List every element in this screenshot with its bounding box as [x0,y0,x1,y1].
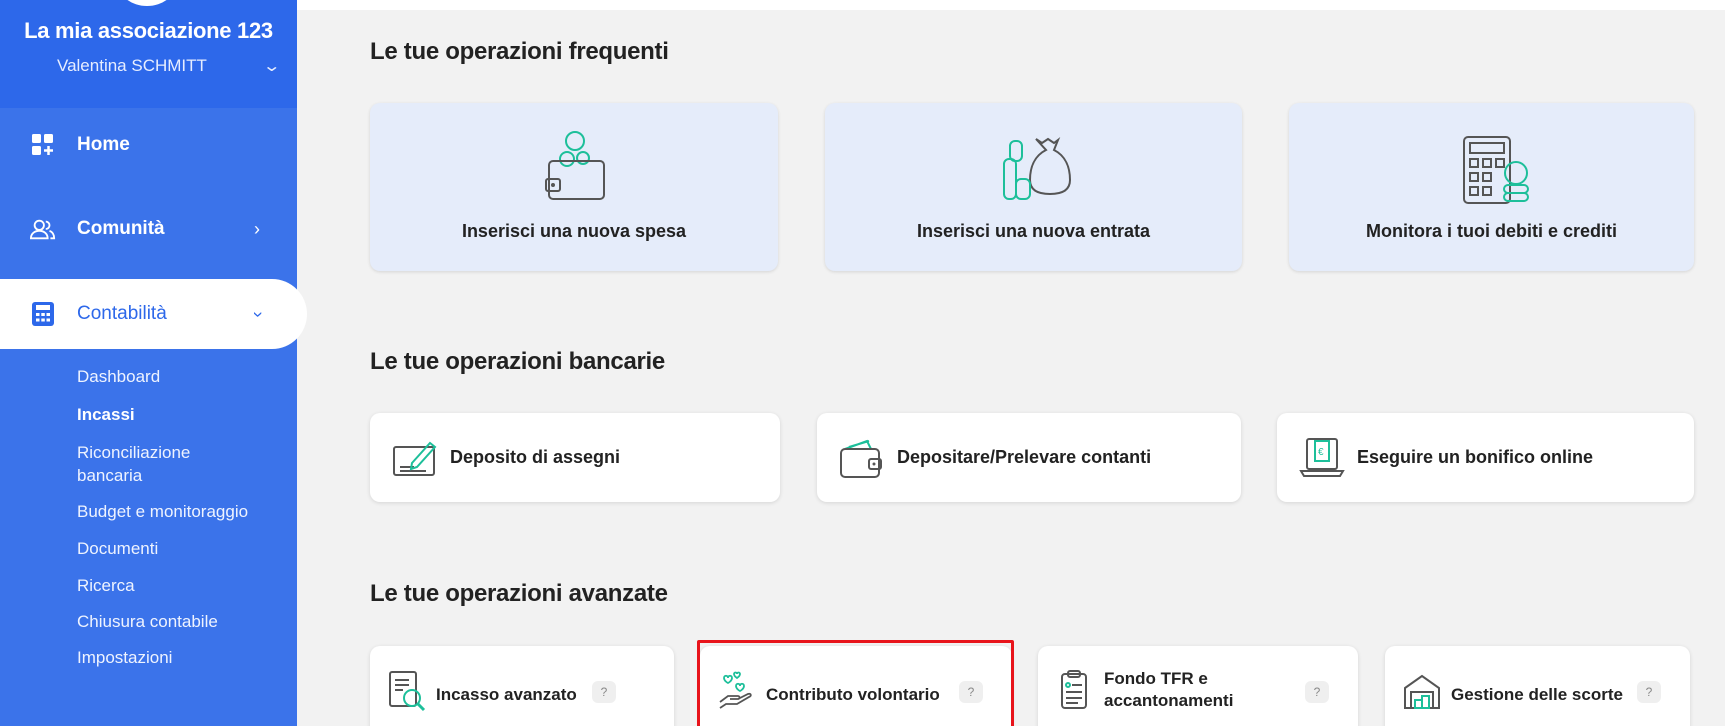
card-online-transfer[interactable]: € Eseguire un bonifico online [1277,413,1694,502]
cash-wallet-icon [839,435,885,481]
laptop-transfer-icon: € [1299,435,1345,481]
warehouse-icon [1403,670,1441,712]
section-title-frequent: Le tue operazioni frequenti [370,38,669,65]
dashboard-grid-icon [30,132,56,158]
card-new-income[interactable]: Inserisci una nuova entrata [825,103,1242,271]
card-label: Monitora i tuoi debiti e crediti [1365,221,1617,241]
organization-logo [118,0,176,6]
card-tfr-fund[interactable]: Fondo TFR e accantonamenti ? [1038,646,1358,726]
sub-item-documents[interactable]: Documenti [77,537,158,560]
card-label-line2: accantonamenti [1104,691,1234,710]
card-label: Fondo TFR e accantonamenti [1104,668,1233,712]
card-label: Inserisci una nuova entrata [916,221,1151,241]
sub-item-closing[interactable]: Chiusura contabile [77,610,218,633]
calculator-coins-icon [1452,131,1532,211]
chevron-right-icon: › [254,218,260,239]
users-icon [30,216,56,242]
nav-label-accounting: Contabilità [77,303,167,324]
card-check-deposit[interactable]: Deposito di assegni [370,413,780,502]
sub-item-bank-reconciliation[interactable]: Riconciliazione bancaria [77,441,227,487]
help-icon[interactable]: ? [592,681,616,703]
nav-item-community[interactable]: Comunità › [0,194,297,264]
card-cash-deposit-withdraw[interactable]: Depositare/Prelevare contanti [817,413,1241,502]
nav-item-accounting[interactable]: Contabilità › [0,279,307,349]
sub-item-budget[interactable]: Budget e monitoraggio [77,500,248,523]
card-inventory-management[interactable]: Gestione delle scorte ? [1385,646,1690,726]
help-icon[interactable]: ? [1305,681,1329,703]
check-pen-icon [392,435,438,481]
card-advanced-income[interactable]: Incasso avanzato ? [370,646,674,726]
card-label: Gestione delle scorte [1451,685,1623,704]
sub-item-dashboard[interactable]: Dashboard [77,365,160,388]
card-label: Depositare/Prelevare contanti [897,447,1152,467]
document-search-icon [388,670,426,712]
sub-item-incassi[interactable]: Incassi [77,403,135,426]
sub-item-search[interactable]: Ricerca [77,574,135,597]
card-label: Incasso avanzato [436,685,577,704]
organization-header[interactable]: La mia associazione 123 Valentina SCHMIT… [0,0,297,108]
nav-label-community: Comunità [77,218,165,239]
money-bag-icon [994,131,1074,211]
help-icon[interactable]: ? [1637,681,1661,703]
chevron-down-icon: › [248,311,269,317]
svg-text:€: € [1318,447,1324,458]
user-name: Valentina SCHMITT [57,56,207,75]
top-bar [297,0,1725,10]
section-title-banking: Le tue operazioni bancarie [370,348,665,375]
card-label: Deposito di assegni [450,447,621,467]
card-debts-credits[interactable]: Monitora i tuoi debiti e crediti [1289,103,1694,271]
card-label: Inserisci una nuova spesa [461,221,687,241]
document-list-icon [1056,670,1094,712]
organization-name: La mia associazione 123 [24,18,273,43]
calculator-icon [30,301,56,327]
nav-label-home: Home [77,134,130,155]
wallet-coins-icon [534,131,614,211]
sub-item-settings[interactable]: Impostazioni [77,646,172,669]
nav-item-home[interactable]: Home [0,110,297,180]
card-label: Eseguire un bonifico online [1357,447,1594,467]
card-label-line1: Fondo TFR e [1104,669,1208,688]
chevron-down-icon[interactable]: ⌄ [262,56,281,76]
section-title-advanced: Le tue operazioni avanzate [370,580,668,607]
selection-highlight [697,640,1014,726]
card-new-expense[interactable]: Inserisci una nuova spesa [370,103,778,271]
sidebar: La mia associazione 123 Valentina SCHMIT… [0,0,307,726]
